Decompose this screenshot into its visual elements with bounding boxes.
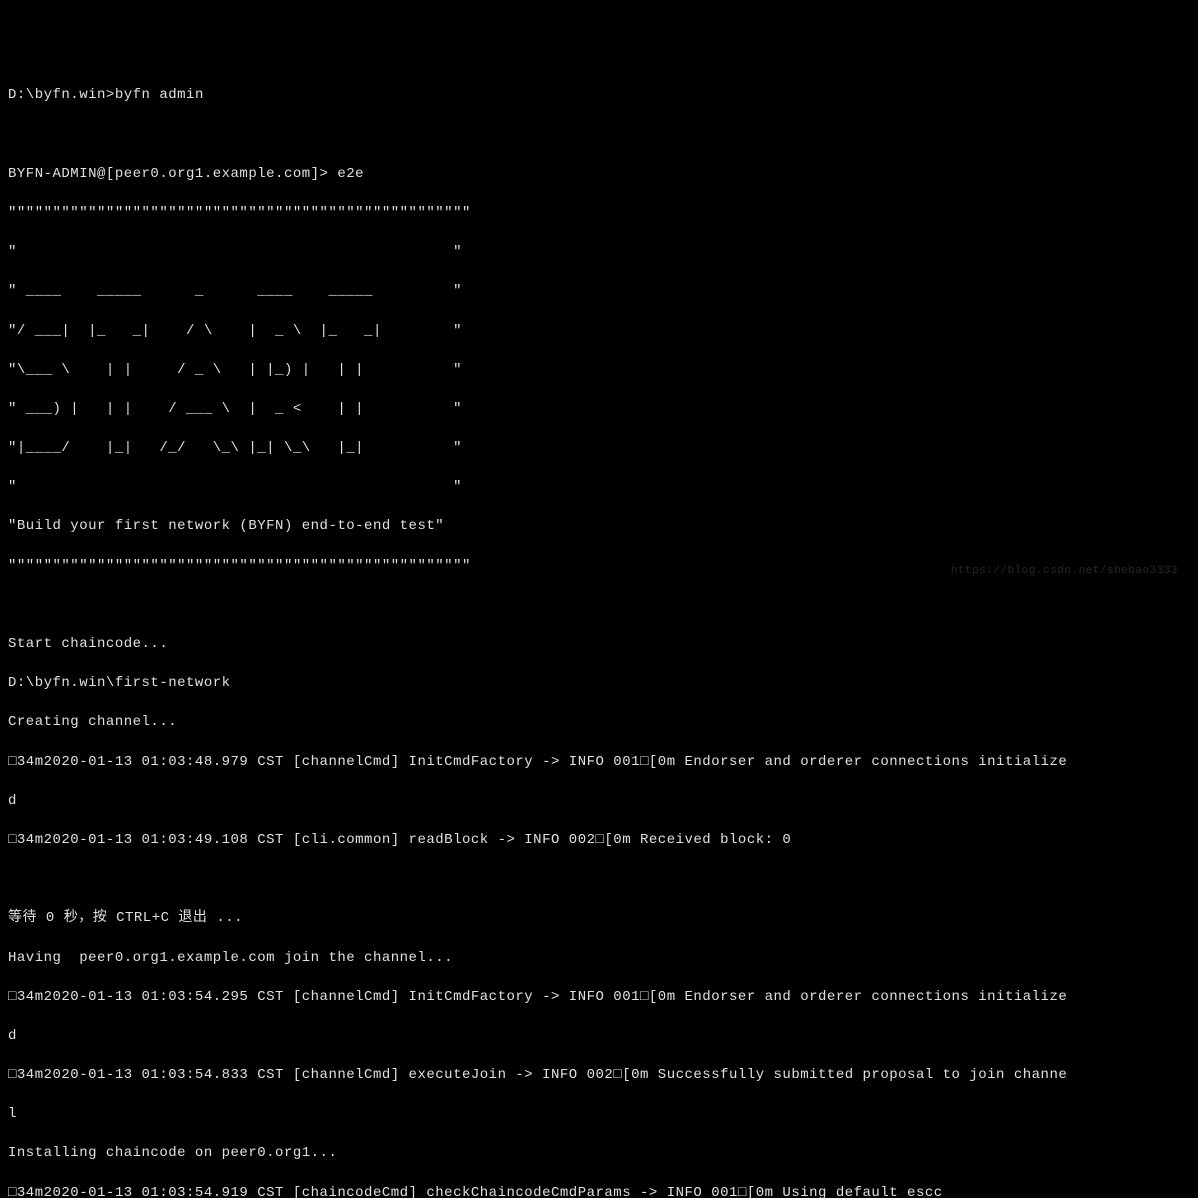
creating-channel-msg: Creating channel... — [8, 713, 1190, 733]
join-channel-msg: Having peer0.org1.example.com join the c… — [8, 949, 1190, 969]
log-line-4b: l — [8, 1105, 1190, 1125]
subtitle-line: "Build your first network (BYFN) end-to-… — [8, 517, 1190, 537]
log-line-1a: □34m2020-01-13 01:03:48.979 CST [channel… — [8, 753, 1190, 773]
wait-msg: 等待 0 秒，按 CTRL+C 退出 ... — [8, 909, 1190, 929]
prompt-command: byfn admin — [115, 87, 204, 103]
ascii-art-line-5: "|____/ |_| /_/ \_\ |_| \_\ |_| " — [8, 439, 1190, 459]
ascii-blank: " " — [8, 243, 1190, 263]
ascii-blank-2: " " — [8, 478, 1190, 498]
watermark-text: https://blog.csdn.net/shebao3333 — [951, 564, 1178, 579]
log-line-5: □34m2020-01-13 01:03:54.919 CST [chainco… — [8, 1184, 1190, 1198]
blank-line-3 — [8, 870, 1190, 890]
ascii-art-line-4: " ___) | | | / ___ \ | _ < | | " — [8, 400, 1190, 420]
prompt-line: D:\byfn.win>byfn admin — [8, 86, 1190, 106]
blank-line — [8, 126, 1190, 146]
install-chaincode-msg: Installing chaincode on peer0.org1... — [8, 1144, 1190, 1164]
log-line-2: □34m2020-01-13 01:03:49.108 CST [cli.com… — [8, 831, 1190, 851]
start-chaincode-msg: Start chaincode... — [8, 635, 1190, 655]
admin-command: e2e — [337, 166, 364, 182]
log-line-3a: □34m2020-01-13 01:03:54.295 CST [channel… — [8, 988, 1190, 1008]
ascii-art-line-2: "/ ___| |_ _| / \ | _ \ |_ _| " — [8, 322, 1190, 342]
log-line-3b: d — [8, 1027, 1190, 1047]
log-line-4a: □34m2020-01-13 01:03:54.833 CST [channel… — [8, 1066, 1190, 1086]
admin-prompt-line: BYFN-ADMIN@[peer0.org1.example.com]> e2e — [8, 165, 1190, 185]
admin-prompt: BYFN-ADMIN@[peer0.org1.example.com]> — [8, 166, 328, 182]
terminal-output[interactable]: D:\byfn.win>byfn admin BYFN-ADMIN@[peer0… — [8, 86, 1190, 1198]
prompt-path: D:\byfn.win> — [8, 87, 115, 103]
first-network-path: D:\byfn.win\first-network — [8, 674, 1190, 694]
ascii-border-top: """"""""""""""""""""""""""""""""""""""""… — [8, 204, 1190, 224]
ascii-art-line-1: " ____ _____ _ ____ _____ " — [8, 282, 1190, 302]
log-line-1b: d — [8, 792, 1190, 812]
ascii-art-line-3: "\___ \ | | / _ \ | |_) | | | " — [8, 361, 1190, 381]
